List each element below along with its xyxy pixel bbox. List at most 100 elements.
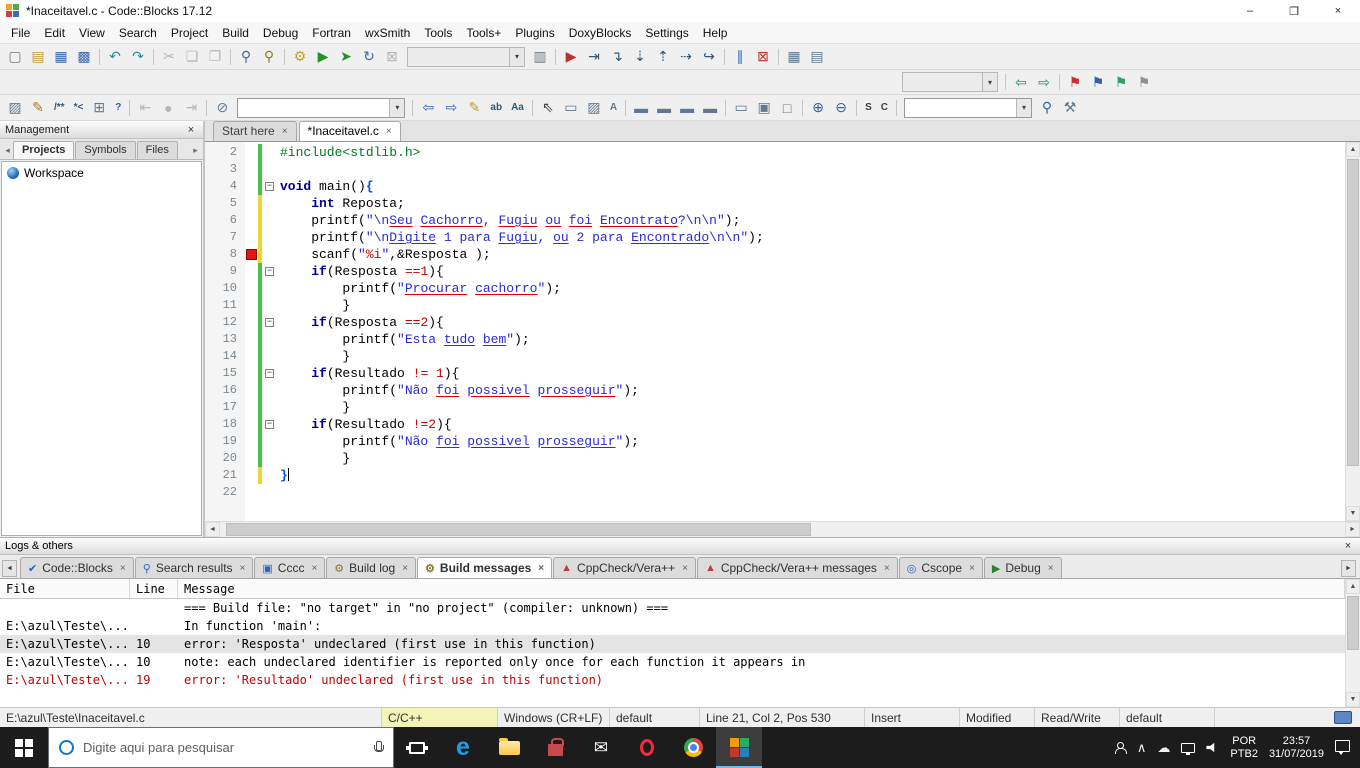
code-editor[interactable]: 2 #include<stdlib.h> 3 4− void main(){5 int … (205, 142, 1345, 521)
goto-declaration-icon[interactable]: ⇦ (417, 98, 439, 118)
code-text[interactable]: printf("\nSeu Cachorro, Fugiu ou foi Enc… (277, 212, 740, 229)
thesaurus-icon[interactable]: Aa (507, 98, 528, 118)
line-number[interactable]: 22 (205, 484, 245, 501)
next-line-icon[interactable]: ↴ (606, 47, 628, 67)
incremental-search-combo[interactable]: ▾ (904, 97, 1033, 118)
code-text[interactable] (277, 484, 280, 501)
marker-margin[interactable] (245, 195, 258, 212)
jump-home-icon[interactable]: ● (157, 98, 179, 118)
menu-item-plugins[interactable]: Plugins (508, 24, 561, 42)
column-header-file[interactable]: File (0, 579, 130, 598)
marker-margin[interactable] (245, 314, 258, 331)
code-text[interactable]: } (277, 467, 289, 484)
management-tab-scroll-left-icon[interactable]: ◂ (2, 141, 13, 159)
marker-margin[interactable] (245, 399, 258, 416)
logs-tab-build-messages[interactable]: ⚙ Build messages × (417, 557, 553, 578)
logs-scroll-up-icon[interactable]: ▲ (1346, 579, 1360, 594)
marker-margin[interactable] (245, 229, 258, 246)
logs-close-icon[interactable]: × (1341, 540, 1355, 552)
step-into-icon[interactable]: ⇣ (629, 47, 651, 67)
column-header-line[interactable]: Line (130, 579, 178, 598)
border-tool-icon[interactable]: ▭ (730, 98, 752, 118)
logs-tab-scroll-left-icon[interactable]: ◄ (2, 560, 17, 577)
convert-case-icon[interactable]: C (877, 98, 892, 118)
clock[interactable]: 23:57 31/07/2019 (1269, 735, 1324, 761)
code-text[interactable]: printf("\nDigite 1 para Fugiu, ou 2 para… (277, 229, 764, 246)
redo-icon[interactable]: ↷ (127, 47, 149, 67)
network-icon[interactable] (1181, 742, 1196, 755)
code-text[interactable]: void main(){ (277, 178, 374, 195)
pointer-tool-icon[interactable]: ⇖ (537, 98, 559, 118)
marker-margin[interactable] (245, 450, 258, 467)
step-into-instruction-icon[interactable]: ↪ (698, 47, 720, 67)
maximize-button[interactable]: ❐ (1272, 0, 1316, 22)
marker-margin[interactable] (245, 280, 258, 297)
incremental-search-icon[interactable]: ⚲ (1036, 98, 1058, 118)
jump-back-icon[interactable]: ⇤ (134, 98, 156, 118)
microphone-icon[interactable] (373, 740, 384, 756)
line-number[interactable]: 8 (205, 246, 245, 263)
tray-expand-icon[interactable]: ∧ (1137, 740, 1147, 756)
menu-item-search[interactable]: Search (112, 24, 164, 42)
doxyblocks-extract-docs-icon[interactable]: ▨ (4, 98, 26, 118)
close-button[interactable]: × (1316, 0, 1360, 22)
logs-tab-cccc[interactable]: ▣ Cccc × (254, 557, 326, 578)
code-text[interactable]: int Reposta; (277, 195, 405, 212)
open-file-icon[interactable]: ▤ (27, 47, 49, 67)
fold-toggle[interactable]: − (262, 365, 277, 382)
logs-tab-code-blocks[interactable]: ✔ Code::Blocks × (20, 557, 134, 578)
menu-item-doxyblocks[interactable]: DoxyBlocks (562, 24, 639, 42)
align-top-icon[interactable]: ▬ (699, 98, 721, 118)
action-center-icon[interactable] (1335, 740, 1350, 755)
code-text[interactable]: printf("Não foi possivel prosseguir"); (277, 382, 639, 399)
fold-minus-icon[interactable]: − (265, 182, 274, 191)
tab-close-icon[interactable]: × (386, 126, 392, 137)
fill-tool-icon[interactable]: ▣ (753, 98, 775, 118)
tab-close-icon[interactable]: × (682, 563, 688, 574)
stop-debugger-icon[interactable]: ⊠ (752, 47, 774, 67)
next-bookmark-icon[interactable]: ⚑ (1110, 72, 1132, 92)
code-text[interactable]: if(Resposta ==1){ (277, 263, 444, 280)
editor-scroll-left-icon[interactable]: ◄ (205, 522, 220, 537)
editor-horizontal-scrollbar[interactable]: ◄ ► (205, 521, 1360, 537)
taskbar-app-mail[interactable]: ✉ (578, 727, 624, 768)
menu-item-project[interactable]: Project (164, 24, 215, 42)
line-number[interactable]: 10 (205, 280, 245, 297)
marker-margin[interactable] (245, 212, 258, 229)
editor-scroll-down-icon[interactable]: ▼ (1346, 506, 1360, 521)
tab-close-icon[interactable]: × (538, 563, 544, 574)
fold-minus-icon[interactable]: − (265, 420, 274, 429)
cut-icon[interactable]: ✂ (158, 47, 180, 67)
align-center-icon[interactable]: ▬ (653, 98, 675, 118)
start-button[interactable] (0, 727, 48, 768)
management-tab-symbols[interactable]: Symbols (75, 141, 136, 159)
paste-icon[interactable]: ❐ (204, 47, 226, 67)
taskbar-app-file-explorer[interactable] (486, 727, 532, 768)
code-text[interactable]: } (277, 399, 350, 416)
code-text[interactable]: printf("Não foi possivel prosseguir"); (277, 433, 639, 450)
editor-vertical-scrollbar[interactable]: ▲ ▼ (1345, 142, 1360, 521)
people-icon[interactable] (1114, 741, 1127, 754)
run-icon[interactable]: ▶ (312, 47, 334, 67)
line-number[interactable]: 14 (205, 348, 245, 365)
marker-margin[interactable] (245, 263, 258, 280)
logs-vscroll-track[interactable] (1346, 594, 1360, 692)
debug-continue-icon[interactable]: ▶ (560, 47, 582, 67)
table-row[interactable]: E:\azul\Teste\... In function 'main': (0, 617, 1345, 635)
line-number[interactable]: 12 (205, 314, 245, 331)
line-number[interactable]: 21 (205, 467, 245, 484)
fold-toggle[interactable]: − (262, 314, 277, 331)
code-text[interactable]: } (277, 348, 350, 365)
save-icon[interactable]: ▦ (50, 47, 72, 67)
tab-close-icon[interactable]: × (120, 563, 126, 574)
line-number[interactable]: 4 (205, 178, 245, 195)
copy-icon[interactable]: ❏ (181, 47, 203, 67)
marker-margin[interactable] (245, 467, 258, 484)
line-number[interactable]: 18 (205, 416, 245, 433)
marker-margin[interactable] (245, 382, 258, 399)
frame-tool-icon[interactable]: ▭ (560, 98, 582, 118)
line-number[interactable]: 5 (205, 195, 245, 212)
previous-bookmark-icon[interactable]: ⚑ (1087, 72, 1109, 92)
line-number[interactable]: 7 (205, 229, 245, 246)
breakpoint-marker[interactable] (245, 246, 258, 263)
